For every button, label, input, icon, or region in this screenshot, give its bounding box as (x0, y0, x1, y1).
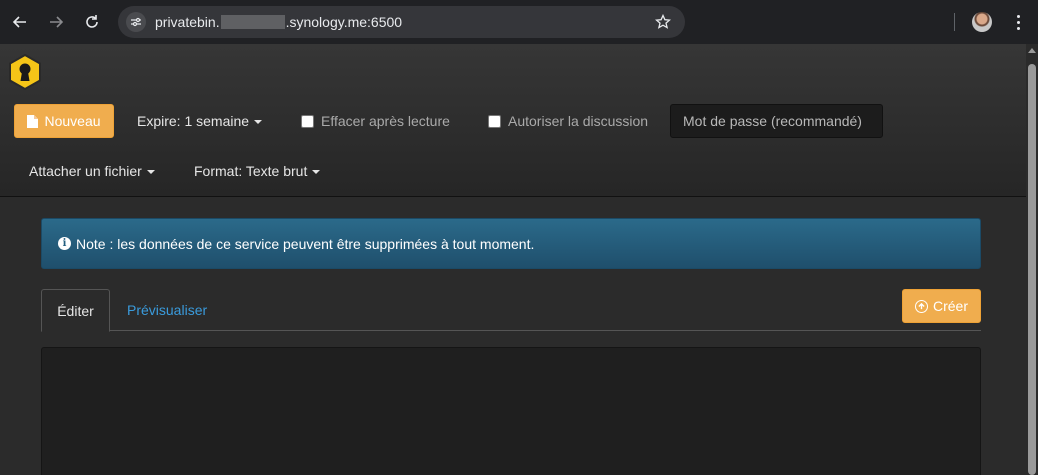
site-info-icon[interactable] (126, 12, 146, 32)
password-placeholder: Mot de passe (recommandé) (683, 113, 862, 129)
avatar[interactable] (972, 12, 992, 32)
caret-down-icon (254, 120, 263, 124)
attach-file-dropdown[interactable]: Attacher un fichier (29, 163, 155, 179)
tab-preview-label: Prévisualiser (127, 302, 208, 318)
scrollbar[interactable] (1026, 44, 1038, 475)
kebab-menu-icon[interactable] (1010, 12, 1026, 32)
back-arrow-icon[interactable] (8, 10, 32, 34)
expire-dropdown[interactable]: Expire: 1 semaine (137, 113, 263, 129)
alert-text: Note : les données de ce service peuvent… (76, 235, 535, 252)
navbar: Nouveau Expire: 1 semaine Effacer après … (0, 44, 1026, 197)
privatebin-logo-icon[interactable] (8, 54, 42, 90)
browser-toolbar: privatebin. .synology.me:6500 (0, 0, 1038, 44)
scroll-up-arrow-icon[interactable] (1028, 48, 1036, 53)
new-paste-button[interactable]: Nouveau (14, 104, 114, 138)
upload-circle-icon (914, 299, 928, 313)
password-input[interactable]: Mot de passe (recommandé) (670, 104, 883, 138)
scrollbar-thumb[interactable] (1028, 64, 1036, 475)
tab-edit[interactable]: Éditer (41, 289, 110, 332)
reload-icon[interactable] (80, 10, 104, 34)
caret-down-icon (312, 170, 321, 174)
url-text: privatebin. .synology.me:6500 (155, 14, 402, 30)
format-dropdown[interactable]: Format: Texte brut (194, 163, 321, 179)
page: Nouveau Expire: 1 semaine Effacer après … (0, 44, 1026, 475)
attach-file-label: Attacher un fichier (29, 163, 142, 179)
burn-after-reading-checkbox[interactable] (301, 114, 314, 128)
tab-preview[interactable]: Prévisualiser (127, 289, 207, 331)
url-suffix: .synology.me:6500 (285, 14, 403, 30)
redacted-subdomain (220, 15, 285, 29)
open-discussion-label: Autoriser la discussion (508, 113, 649, 129)
star-icon[interactable] (655, 14, 671, 30)
expire-label: Expire: 1 semaine (137, 113, 250, 129)
forward-arrow-icon[interactable] (44, 10, 68, 34)
info-alert: i Note : les données de ce service peuve… (41, 218, 981, 269)
create-label: Créer (932, 298, 968, 314)
format-label: Format: Texte brut (194, 163, 308, 179)
new-paste-label: Nouveau (44, 113, 101, 129)
create-button[interactable]: Créer (902, 289, 981, 323)
editor-tabs: Éditer Prévisualiser (41, 289, 981, 332)
url-prefix: privatebin. (155, 14, 220, 30)
document-icon (27, 114, 39, 128)
paste-textarea[interactable] (41, 347, 981, 475)
caret-down-icon (146, 170, 155, 174)
address-bar[interactable]: privatebin. .synology.me:6500 (118, 6, 685, 38)
info-icon: i (58, 237, 71, 250)
tab-edit-label: Éditer (57, 302, 94, 319)
toolbar-separator (954, 13, 955, 31)
burn-after-reading-label: Effacer après lecture (321, 113, 450, 129)
open-discussion-checkbox[interactable] (488, 114, 501, 128)
open-discussion-option[interactable]: Autoriser la discussion (488, 113, 648, 129)
burn-after-reading-option[interactable]: Effacer après lecture (301, 113, 450, 129)
